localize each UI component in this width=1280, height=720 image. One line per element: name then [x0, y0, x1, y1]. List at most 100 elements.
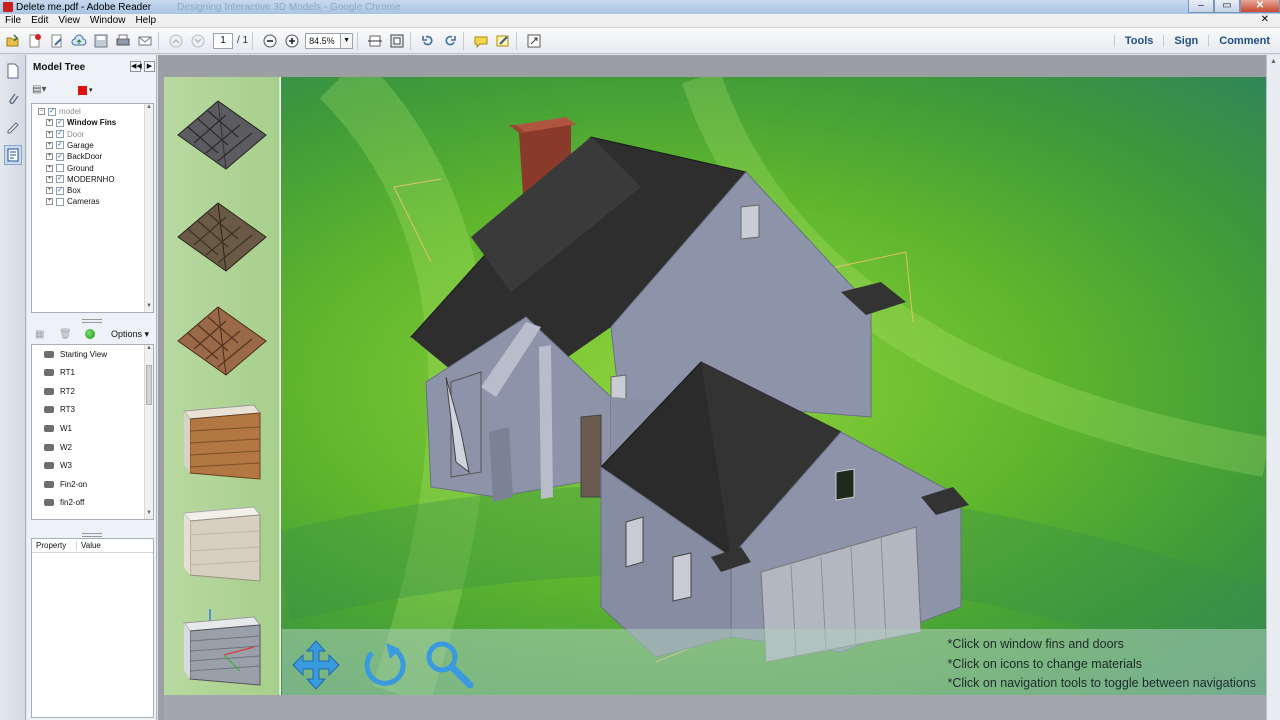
create-view-icon[interactable]: ▦ — [35, 329, 51, 340]
model-tree-icon[interactable] — [3, 145, 22, 165]
view-item[interactable]: RT3 — [44, 404, 75, 416]
expand-icon[interactable]: + — [46, 130, 53, 138]
expand-icon[interactable]: + — [46, 141, 53, 149]
tree-item[interactable]: + ✓ Door — [46, 129, 84, 140]
clay-tile-material-icon[interactable] — [174, 301, 270, 385]
wood-siding-material-icon[interactable] — [174, 401, 270, 485]
scroll-up-icon[interactable]: ▲ — [145, 104, 153, 113]
previous-page-icon[interactable] — [167, 32, 185, 50]
zoom-level-input[interactable]: 84.5% — [305, 32, 342, 49]
tree-item[interactable]: + Cameras — [46, 196, 99, 207]
tree-item[interactable]: + ✓ Box — [46, 185, 81, 196]
scroll-thumb[interactable] — [146, 365, 152, 405]
fit-width-icon[interactable] — [366, 32, 384, 50]
splitter-handle[interactable] — [82, 533, 102, 537]
3d-scene-viewport[interactable] — [281, 77, 1266, 695]
view-item[interactable]: RT2 — [44, 385, 75, 397]
scroll-up-icon[interactable]: ▲ — [1267, 55, 1280, 69]
collapse-panel-icon[interactable]: ◀◀ — [130, 61, 142, 72]
zoom-out-icon[interactable] — [261, 32, 279, 50]
visibility-checkbox[interactable]: ✓ — [56, 130, 64, 139]
color-swatch-icon[interactable] — [78, 85, 87, 95]
print-icon[interactable] — [114, 32, 132, 50]
stucco-material-icon[interactable] — [174, 503, 270, 587]
rotate-tool-icon[interactable] — [356, 639, 412, 691]
scroll-up-icon[interactable]: ▲ — [145, 345, 153, 354]
expand-icon[interactable]: + — [46, 198, 53, 206]
view-item[interactable]: W2 — [44, 441, 72, 453]
tools-link[interactable]: Tools — [1113, 35, 1164, 47]
scroll-down-icon[interactable]: ▼ — [145, 510, 153, 519]
zoom-dropdown-icon[interactable]: ▼ — [341, 32, 354, 49]
panel-options-icon[interactable]: ▶ — [144, 61, 155, 72]
view-item[interactable]: Fin2-on — [44, 478, 87, 490]
view-item[interactable]: fin2-off — [44, 497, 84, 509]
maximize-button[interactable]: ▭ — [1214, 0, 1240, 13]
comment-icon[interactable] — [472, 32, 490, 50]
gray-brick-material-icon[interactable] — [174, 605, 270, 689]
scroll-down-icon[interactable]: ▼ — [145, 303, 153, 312]
visibility-checkbox[interactable]: ✓ — [56, 175, 64, 184]
document-close-icon[interactable]: ✕ — [1256, 14, 1274, 25]
expand-icon[interactable]: + — [46, 153, 53, 161]
visibility-checkbox[interactable]: ✓ — [56, 118, 64, 127]
tree-item[interactable]: + ✓ BackDoor — [46, 151, 102, 162]
page-number-input[interactable]: 1 — [213, 32, 233, 49]
email-icon[interactable] — [136, 32, 154, 50]
view-item[interactable]: Starting View — [44, 348, 107, 360]
create-pdf-icon[interactable] — [26, 32, 44, 50]
rotate-right-icon[interactable] — [441, 32, 459, 50]
visibility-checkbox[interactable]: ✓ — [56, 186, 64, 195]
save-icon[interactable] — [92, 32, 110, 50]
menu-file[interactable]: File — [0, 15, 26, 26]
attachments-icon[interactable] — [4, 89, 22, 109]
views-options-menu[interactable]: Options ▾ — [111, 329, 149, 340]
minimize-button[interactable]: – — [1188, 0, 1214, 13]
views-scrollbar[interactable]: ▲ ▼ — [144, 345, 153, 519]
tree-options-icon[interactable]: ▤▾ — [32, 84, 50, 96]
menu-help[interactable]: Help — [130, 15, 161, 26]
zoom-in-icon[interactable] — [283, 32, 301, 50]
expand-icon[interactable]: + — [46, 175, 53, 183]
rotate-left-icon[interactable] — [419, 32, 437, 50]
highlight-icon[interactable] — [494, 32, 512, 50]
expand-icon[interactable]: + — [46, 187, 53, 195]
open-icon[interactable] — [4, 32, 22, 50]
go-view-icon[interactable] — [85, 329, 95, 339]
expand-icon[interactable]: + — [46, 164, 53, 172]
delete-view-icon[interactable]: 🗑 — [59, 329, 75, 340]
menu-view[interactable]: View — [53, 15, 85, 26]
view-item[interactable]: RT1 — [44, 367, 75, 379]
signatures-icon[interactable] — [4, 117, 22, 137]
visibility-checkbox[interactable] — [56, 197, 64, 206]
dark-shingle-material-icon[interactable] — [174, 95, 270, 179]
visibility-checkbox[interactable]: ✓ — [56, 152, 64, 161]
expand-icon[interactable]: + — [46, 119, 53, 127]
visibility-checkbox[interactable]: ✓ — [48, 107, 56, 116]
visibility-checkbox[interactable] — [56, 164, 64, 172]
view-item[interactable]: W3 — [44, 460, 72, 472]
fit-page-icon[interactable] — [388, 32, 406, 50]
tree-item[interactable]: + Ground — [46, 163, 94, 174]
brown-shingle-material-icon[interactable] — [174, 197, 270, 281]
tree-item[interactable]: + ✓ MODERNHO — [46, 174, 115, 185]
comment-link[interactable]: Comment — [1208, 35, 1280, 47]
color-dropdown-icon[interactable]: ▾ — [89, 86, 93, 94]
splitter-handle[interactable] — [82, 319, 102, 323]
collapse-icon[interactable]: − — [38, 108, 45, 115]
full-screen-icon[interactable] — [525, 32, 543, 50]
tree-item[interactable]: − ✓ model — [38, 106, 81, 117]
view-item[interactable]: W1 — [44, 422, 72, 434]
house-3d-model[interactable] — [281, 77, 1266, 695]
next-page-icon[interactable] — [189, 32, 207, 50]
zoom-tool-icon[interactable] — [422, 639, 478, 691]
tree-scrollbar[interactable]: ▲ ▼ — [144, 104, 153, 312]
sign-link[interactable]: Sign — [1163, 35, 1208, 47]
menu-window[interactable]: Window — [85, 15, 131, 26]
tree-item[interactable]: + ✓ Garage — [46, 140, 94, 151]
close-button[interactable]: ✕ — [1240, 0, 1280, 13]
menu-edit[interactable]: Edit — [26, 15, 53, 26]
visibility-checkbox[interactable]: ✓ — [56, 141, 64, 150]
page-thumbnails-icon[interactable] — [4, 61, 22, 81]
document-scrollbar[interactable]: ▲ — [1266, 55, 1280, 720]
